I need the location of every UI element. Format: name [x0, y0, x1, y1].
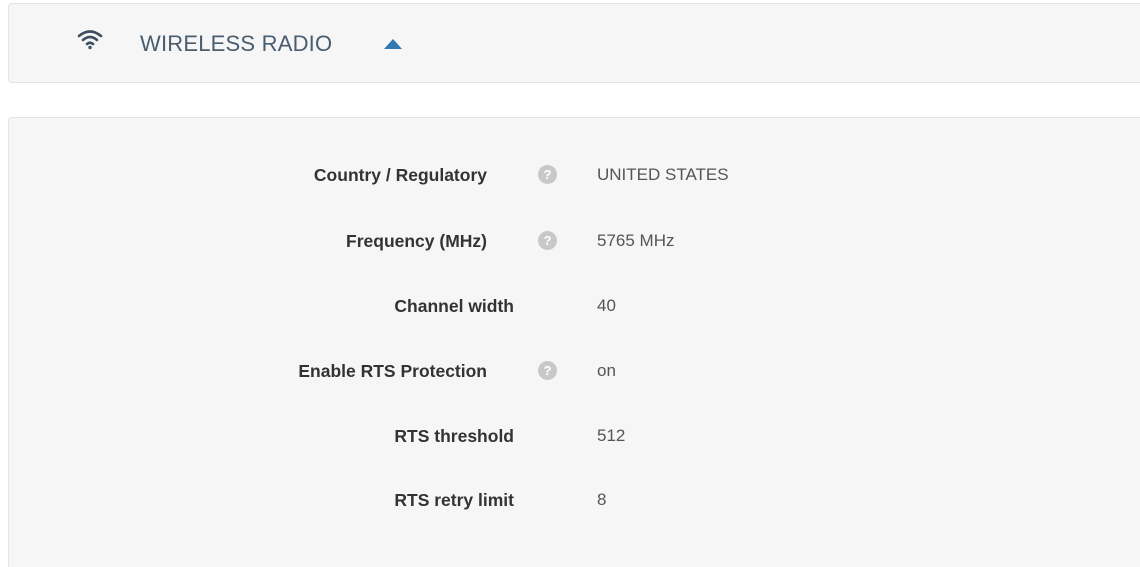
page: WIRELESS RADIO Country / Regulatory ? UN… [0, 0, 1140, 567]
wireless-radio-settings-panel: Country / Regulatory ? UNITED STATES Fre… [8, 117, 1140, 567]
setting-row-country: Country / Regulatory ? UNITED STATES [9, 162, 1109, 188]
setting-value: 5765 MHz [597, 231, 675, 250]
help-icon[interactable]: ? [538, 165, 557, 184]
caret-up-icon[interactable] [384, 39, 402, 49]
setting-value: 512 [597, 426, 626, 445]
setting-row-frequency: Frequency (MHz) ? 5765 MHz [9, 228, 1109, 254]
setting-value: 8 [597, 490, 607, 509]
setting-label: Channel width [394, 296, 514, 316]
setting-value: on [597, 361, 616, 380]
wifi-icon [77, 30, 103, 50]
setting-label: RTS retry limit [394, 490, 514, 510]
setting-row-rts-threshold: RTS threshold 512 [9, 423, 1109, 449]
setting-label: Country / Regulatory [313, 165, 487, 185]
wireless-radio-section-header[interactable]: WIRELESS RADIO [8, 3, 1140, 83]
setting-row-rts-retry-limit: RTS retry limit 8 [9, 487, 1109, 513]
help-icon[interactable]: ? [538, 361, 557, 380]
help-icon[interactable]: ? [538, 231, 557, 250]
setting-value: 40 [597, 296, 616, 315]
setting-value: UNITED STATES [597, 165, 729, 184]
section-title: WIRELESS RADIO [140, 31, 333, 56]
setting-label: Frequency (MHz) [346, 231, 487, 251]
setting-label: Enable RTS Protection [298, 361, 487, 381]
setting-label: RTS threshold [394, 426, 514, 446]
setting-row-channel-width: Channel width 40 [9, 293, 1109, 319]
setting-row-rts-protection: Enable RTS Protection ? on [9, 358, 1109, 384]
